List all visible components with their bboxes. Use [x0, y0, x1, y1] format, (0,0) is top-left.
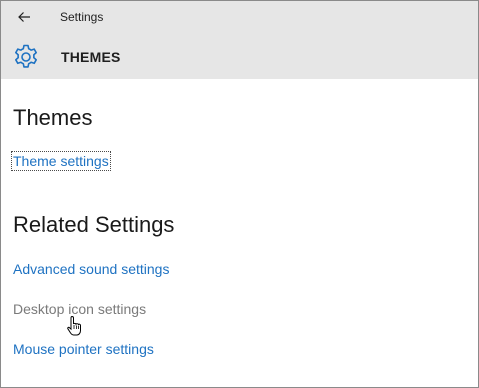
settings-window: Settings THEMES Themes Theme settings Re…	[0, 0, 479, 388]
hand-pointer-icon	[67, 315, 81, 336]
related-settings-heading: Related Settings	[13, 212, 175, 237]
section-title: THEMES	[61, 49, 121, 65]
header-bar: Settings THEMES	[1, 1, 478, 79]
advanced-sound-settings-link[interactable]: Advanced sound settings	[13, 261, 169, 277]
mouse-pointer-settings-link[interactable]: Mouse pointer settings	[13, 341, 154, 357]
theme-settings-link[interactable]: Theme settings	[11, 151, 111, 171]
gear-icon	[15, 44, 37, 68]
back-button[interactable]	[9, 4, 39, 30]
themes-heading: Themes	[13, 105, 93, 130]
back-arrow-icon	[18, 12, 30, 22]
window-title: Settings	[60, 10, 104, 24]
